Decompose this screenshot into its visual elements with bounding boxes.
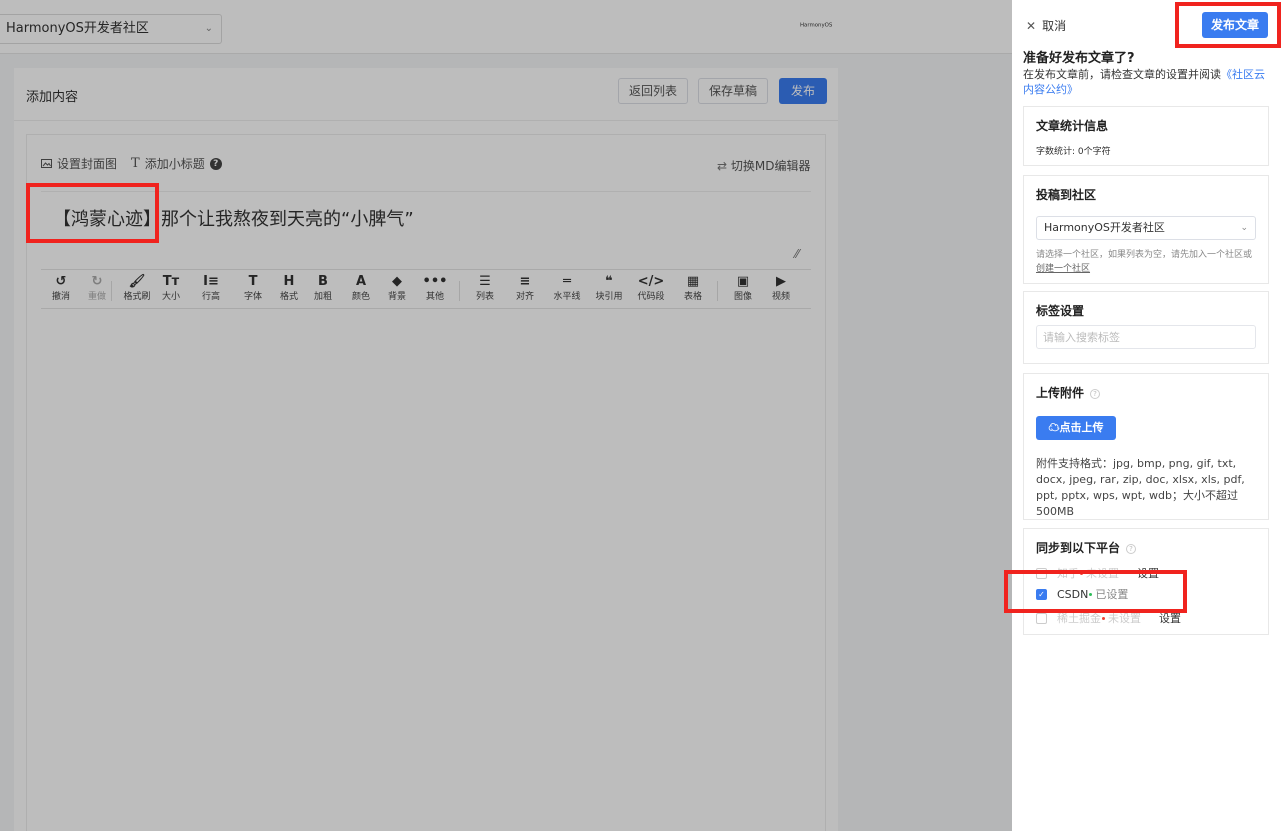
chevron-down-icon: ⌄ xyxy=(1240,223,1248,233)
community-select-value: HarmonyOS开发者社区 xyxy=(1044,221,1165,234)
ready-description: 在发布文章前，请检查文章的设置并阅读《社区云内容公约》 xyxy=(1023,67,1273,97)
highlight-box-publish xyxy=(1175,2,1281,48)
community-hint: 请选择一个社区，如果列表为空，请先加入一个社区或创建一个社区 xyxy=(1036,248,1258,276)
tag-search-input[interactable] xyxy=(1036,325,1256,349)
highlight-box-csdn xyxy=(1004,570,1187,613)
sync-checkbox-juejin[interactable] xyxy=(1036,612,1047,624)
sync-title-row: 同步到以下平台? xyxy=(1036,539,1137,556)
status-dot xyxy=(1102,616,1105,620)
close-icon: ✕ xyxy=(1026,18,1037,33)
highlight-box-title xyxy=(26,183,159,243)
cancel-button[interactable]: ✕ 取消 xyxy=(1026,17,1066,34)
stats-panel: 文章统计信息 字数统计: 0个字符 xyxy=(1023,106,1269,166)
upload-title: 上传附件 xyxy=(1036,386,1085,400)
cloud-upload-icon: ☁ xyxy=(1048,422,1060,434)
ready-desc-text: 在发布文章前，请检查文章的设置并阅读 xyxy=(1023,68,1221,81)
community-title: 投稿到社区 xyxy=(1036,188,1097,202)
word-count: 字数统计: 0个字符 xyxy=(1036,147,1111,157)
publish-drawer: ✕ 取消 发布文章 准备好发布文章了? 在发布文章前，请检查文章的设置并阅读《社… xyxy=(1012,0,1281,831)
help-icon[interactable]: ? xyxy=(1090,388,1101,399)
editor-page: HarmonyOS开发者社区 ⌄ HarmonyOS 添加内容 返回列表 保存草… xyxy=(0,0,1012,831)
upload-panel: 上传附件? ☁点击上传 附件支持格式：jpg, bmp, png, gif, t… xyxy=(1023,373,1269,520)
community-panel: 投稿到社区 HarmonyOS开发者社区 ⌄ 请选择一个社区，如果列表为空，请先… xyxy=(1023,175,1269,284)
modal-overlay[interactable] xyxy=(0,0,1012,831)
cancel-label: 取消 xyxy=(1042,19,1067,33)
community-select[interactable]: HarmonyOS开发者社区 ⌄ xyxy=(1036,216,1256,240)
community-hint-text: 请选择一个社区，如果列表为空，请先加入一个社区或 xyxy=(1036,250,1253,260)
upload-title-row: 上传附件? xyxy=(1036,384,1101,401)
upload-button[interactable]: ☁点击上传 xyxy=(1036,416,1116,440)
tags-title: 标签设置 xyxy=(1036,304,1085,318)
sync-title: 同步到以下平台 xyxy=(1036,541,1121,555)
upload-button-label: 点击上传 xyxy=(1059,422,1104,434)
help-icon[interactable]: ? xyxy=(1126,543,1137,554)
stats-title: 文章统计信息 xyxy=(1036,119,1109,133)
tags-panel: 标签设置 xyxy=(1023,291,1269,364)
create-community-link[interactable]: 创建一个社区 xyxy=(1036,264,1090,274)
ready-title: 准备好发布文章了? xyxy=(1023,51,1135,66)
upload-formats: 附件支持格式：jpg, bmp, png, gif, txt, docx, jp… xyxy=(1036,457,1245,518)
